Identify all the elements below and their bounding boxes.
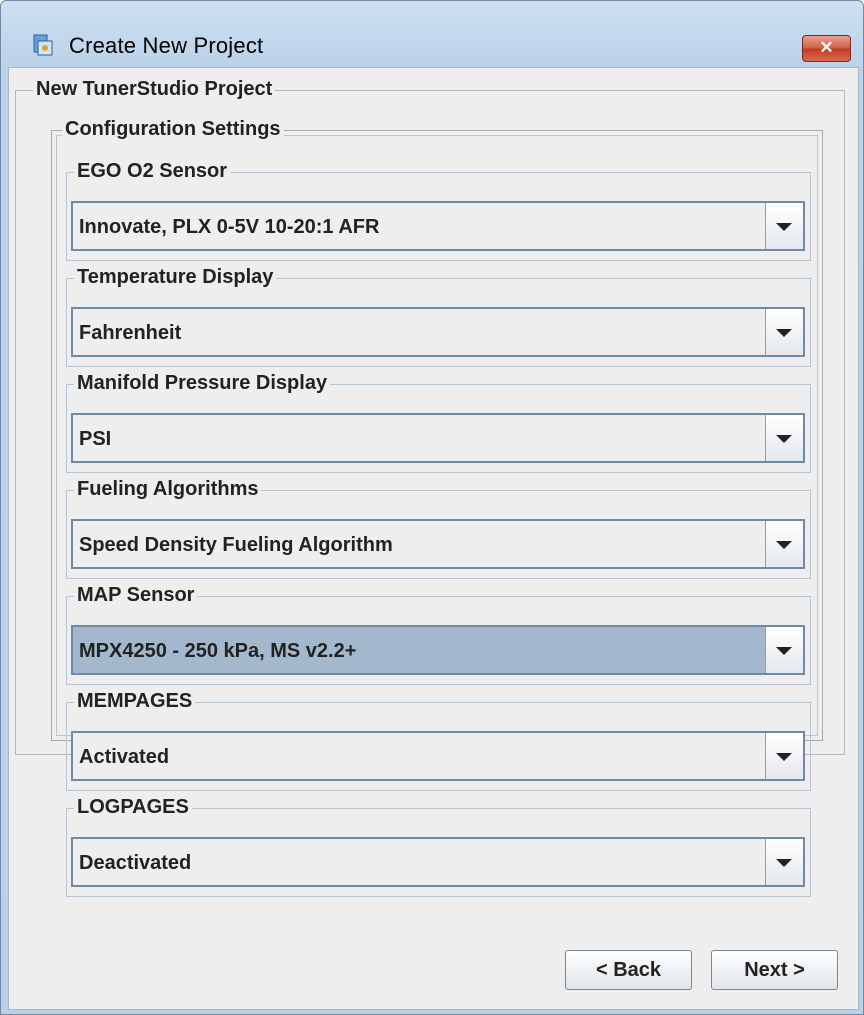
chevron-down-icon[interactable] <box>765 309 803 355</box>
chevron-down-icon[interactable] <box>765 521 803 567</box>
logpages-label: LOGPAGES <box>74 796 192 819</box>
mempages-value: Activated <box>79 746 170 768</box>
fueling-algorithms-combo[interactable]: Speed Density Fueling Algorithm <box>71 519 805 569</box>
logpages-value: Deactivated <box>79 852 192 874</box>
manifold-pressure-display-value: PSI <box>79 428 112 450</box>
map-sensor-combo[interactable]: MPX4250 - 250 kPa, MS v2.2+ <box>71 625 805 675</box>
project-icon <box>33 34 53 56</box>
logpages-combo[interactable]: Deactivated <box>71 837 805 887</box>
fueling-algorithms-value: Speed Density Fueling Algorithm <box>79 534 393 556</box>
temperature-display-value: Fahrenheit <box>79 322 182 344</box>
temperature-display-label: Temperature Display <box>74 266 277 289</box>
manifold-pressure-display-label: Manifold Pressure Display <box>74 372 331 395</box>
chevron-down-icon[interactable] <box>765 415 803 461</box>
next-button[interactable]: Next > <box>711 950 838 990</box>
chevron-down-icon[interactable] <box>765 839 803 885</box>
configuration-settings-title: Configuration Settings <box>62 118 284 141</box>
title-bar[interactable]: Create New Project ✕ <box>1 1 863 67</box>
ego-o2-sensor-label: EGO O2 Sensor <box>74 160 231 183</box>
close-icon: ✕ <box>819 38 834 57</box>
back-button[interactable]: < Back <box>565 950 692 990</box>
window-title: Create New Project <box>69 33 264 58</box>
mempages-combo[interactable]: Activated <box>71 731 805 781</box>
mempages-label: MEMPAGES <box>74 690 196 713</box>
chevron-down-icon[interactable] <box>765 203 803 249</box>
map-sensor-value: MPX4250 - 250 kPa, MS v2.2+ <box>79 640 357 662</box>
manifold-pressure-display-combo[interactable]: PSI <box>71 413 805 463</box>
chevron-down-icon[interactable] <box>765 627 803 673</box>
fueling-algorithms-label: Fueling Algorithms <box>74 478 262 501</box>
ego-o2-sensor-value: Innovate, PLX 0-5V 10-20:1 AFR <box>79 216 380 238</box>
temperature-display-combo[interactable]: Fahrenheit <box>71 307 805 357</box>
chevron-down-icon[interactable] <box>765 733 803 779</box>
project-group-title: New TunerStudio Project <box>33 78 276 101</box>
map-sensor-label: MAP Sensor <box>74 584 198 607</box>
ego-o2-sensor-combo[interactable]: Innovate, PLX 0-5V 10-20:1 AFR <box>71 201 805 251</box>
close-button[interactable]: ✕ <box>802 35 851 62</box>
